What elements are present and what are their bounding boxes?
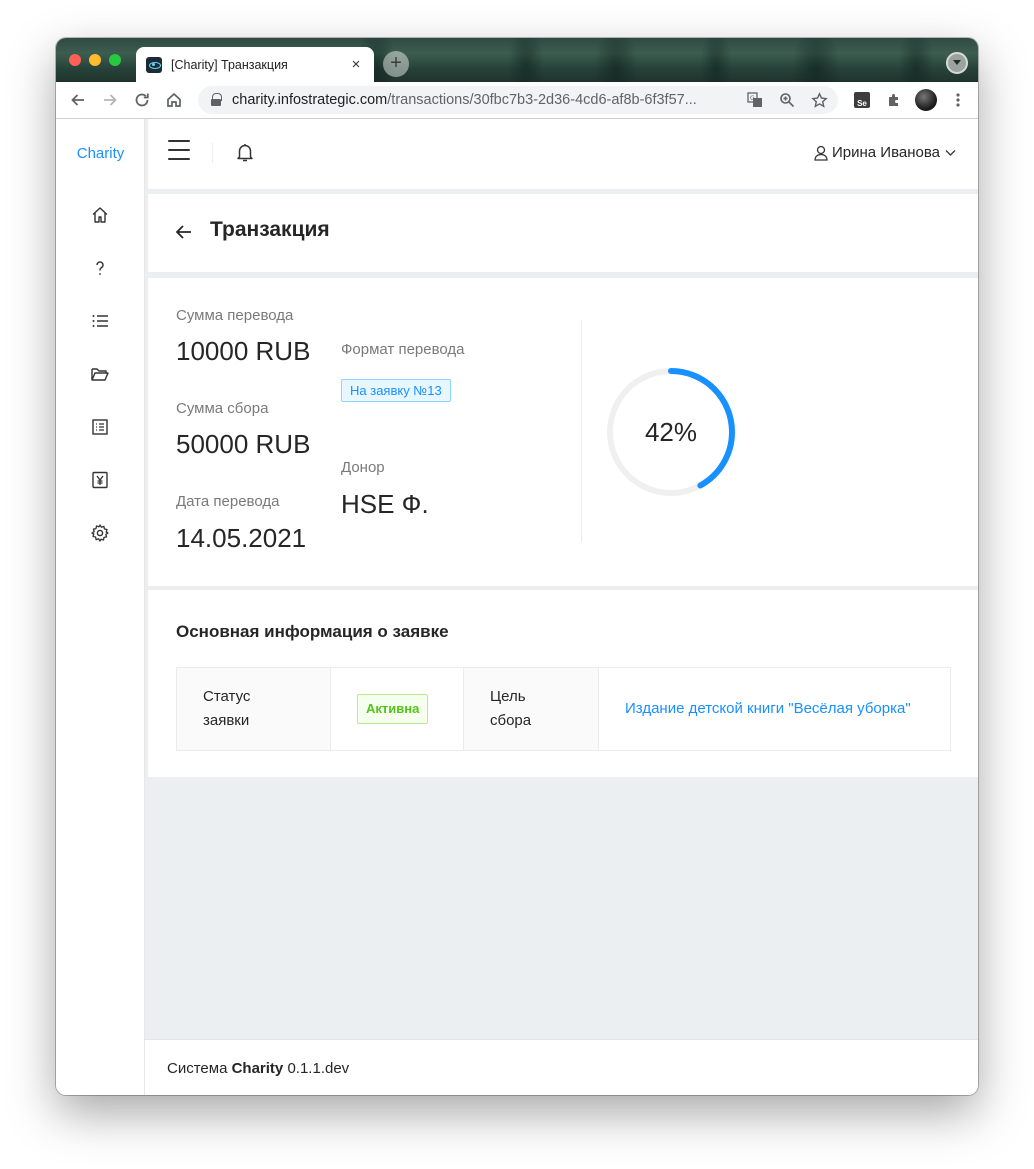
- maximize-window-button[interactable]: [109, 54, 121, 66]
- donor-label: Донор: [341, 459, 385, 476]
- url-path: /transactions/30fbc7b3-2d36-4cd6-af8b-6f…: [387, 92, 697, 108]
- folder-open-icon: [91, 368, 109, 381]
- stats-divider: [581, 320, 582, 542]
- sidebar-item-documents[interactable]: [86, 413, 114, 441]
- url-host: charity.infostrategic.com: [232, 92, 388, 108]
- page-title: Транзакция: [210, 218, 330, 241]
- footer-text: Система Charity 0.1.1.dev: [167, 1060, 349, 1077]
- tab-close-icon[interactable]: ×: [348, 56, 364, 73]
- question-icon: [96, 261, 104, 275]
- transaction-stats: Сумма перевода 10000 RUB Сумма сбора 500…: [148, 278, 978, 586]
- home-icon: [92, 207, 108, 223]
- footer-prefix: Система: [167, 1060, 228, 1077]
- avatar: [915, 89, 937, 111]
- status-label-cell: Статус заявки: [177, 668, 331, 750]
- react-favicon-icon: [146, 56, 162, 73]
- browser-tab-strip: [Charity] Транзакция × +: [56, 38, 978, 82]
- profile-avatar[interactable]: [914, 88, 938, 112]
- request-description-table: Статус заявки Активна Цель сбора Издание…: [176, 667, 951, 751]
- transfer-format-label: Формат перевода: [341, 341, 465, 358]
- svg-text:G: G: [750, 95, 755, 102]
- back-arrow-icon[interactable]: [174, 222, 194, 242]
- status-value-cell: Активна: [331, 668, 464, 750]
- progress-percent: 42%: [644, 416, 698, 447]
- bell-icon[interactable]: [234, 141, 256, 163]
- home-icon: [167, 92, 181, 107]
- translate-icon[interactable]: G: [744, 89, 766, 111]
- user-icon: [814, 145, 828, 161]
- transfer-date-value: 14.05.2021: [176, 523, 307, 553]
- header-divider: [212, 143, 213, 163]
- transfer-format-tag: На заявку №13: [341, 379, 451, 402]
- goal-label-cell: Цель сбора: [464, 668, 599, 750]
- chevron-down-icon: [945, 149, 956, 156]
- user-menu[interactable]: Ирина Иванова: [814, 144, 960, 161]
- sidebar-item-folders[interactable]: [86, 360, 114, 388]
- lock-icon[interactable]: [210, 93, 222, 107]
- menu-burger-icon[interactable]: [168, 140, 190, 160]
- user-name: Ирина Иванова: [832, 144, 940, 161]
- extensions-icon[interactable]: [882, 88, 906, 112]
- zoom-icon[interactable]: [776, 89, 798, 111]
- browser-window: [Charity] Транзакция × + charity.infostr…: [56, 38, 978, 1095]
- transfer-amount-value: 10000 RUB: [176, 336, 311, 366]
- sidebar-item-settings[interactable]: [86, 519, 114, 547]
- reload-button[interactable]: [128, 86, 156, 114]
- goal-link[interactable]: Издание детской книги "Весёлая уборка": [625, 697, 915, 721]
- goal-label: Цель сбора: [490, 688, 532, 729]
- tab-title: [Charity] Транзакция: [171, 57, 288, 72]
- footer-app-name: Charity: [231, 1060, 284, 1077]
- back-button[interactable]: [64, 86, 92, 114]
- settings-icon: [91, 524, 109, 542]
- selenium-extension-icon[interactable]: Se: [850, 88, 874, 112]
- browser-tab-active[interactable]: [Charity] Транзакция ×: [136, 47, 374, 82]
- sidebar-item-finance[interactable]: [86, 466, 114, 494]
- money-yen-icon: [92, 471, 108, 489]
- list-icon: [92, 315, 108, 327]
- app-root: Charity Ирина Иванова Транзакция Сумма п…: [56, 119, 978, 1095]
- page-header: Транзакция: [148, 194, 978, 272]
- goal-value-cell: Издание детской книги "Весёлая уборка": [599, 668, 950, 750]
- brand-logo[interactable]: Charity: [56, 145, 145, 162]
- section-title: Основная информация о заявке: [176, 622, 449, 641]
- sidebar-item-home[interactable]: [86, 201, 114, 229]
- sidebar: Charity: [56, 119, 145, 1095]
- transfer-amount-label: Сумма перевода: [176, 307, 294, 324]
- close-window-button[interactable]: [69, 54, 81, 66]
- transfer-date-label: Дата перевода: [176, 493, 280, 510]
- sidebar-item-list[interactable]: [86, 307, 114, 335]
- app-footer: Система Charity 0.1.1.dev: [145, 1039, 978, 1095]
- status-label: Статус заявки: [203, 688, 251, 729]
- minimize-window-button[interactable]: [89, 54, 101, 66]
- status-badge: Активна: [357, 694, 429, 724]
- document-list-icon: [92, 419, 108, 435]
- menu-icon[interactable]: [946, 88, 970, 112]
- back-icon: [71, 94, 84, 106]
- app-header: Ирина Иванова: [148, 119, 978, 189]
- reload-icon: [135, 93, 149, 107]
- new-tab-button[interactable]: +: [383, 51, 409, 77]
- home-button[interactable]: [160, 86, 188, 114]
- donor-value: HSE Ф.: [341, 489, 429, 519]
- forward-icon: [104, 94, 117, 106]
- star-icon[interactable]: [808, 89, 830, 111]
- selenium-logo: Se: [854, 92, 870, 108]
- footer-version: 0.1.1.dev: [287, 1060, 350, 1077]
- browser-toolbar: charity.infostrategic.com /transactions/…: [56, 82, 978, 119]
- sidebar-item-help[interactable]: [86, 254, 114, 282]
- collection-amount-label: Сумма сбора: [176, 400, 269, 417]
- collection-amount-value: 50000 RUB: [176, 429, 311, 459]
- address-bar[interactable]: charity.infostrategic.com /transactions/…: [198, 86, 838, 114]
- forward-button[interactable]: [96, 86, 124, 114]
- tab-search-button[interactable]: [946, 52, 968, 74]
- request-info-panel: Основная информация о заявке Статус заяв…: [148, 590, 978, 777]
